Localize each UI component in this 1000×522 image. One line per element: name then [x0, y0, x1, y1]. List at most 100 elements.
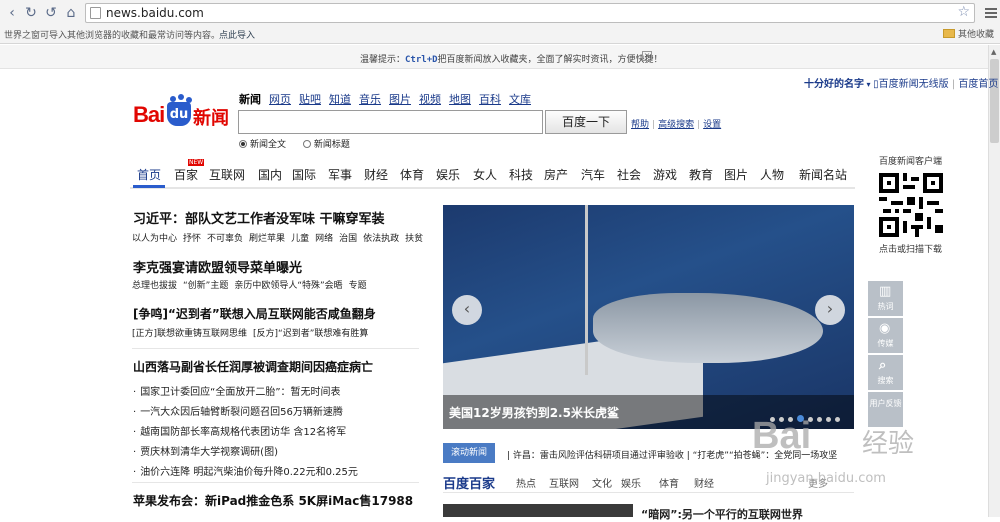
prev-arrow-icon[interactable]: ‹ — [452, 295, 482, 325]
advanced-search-link[interactable]: 高级搜索 — [658, 120, 694, 130]
headline-sub-link[interactable]: 扶贫 — [405, 234, 423, 244]
menu-icon[interactable] — [982, 6, 1000, 20]
help-link[interactable]: 帮助 — [631, 120, 649, 130]
nav-item[interactable]: 财经 — [364, 166, 388, 183]
side-button-2[interactable]: ⌕ 搜索 — [868, 355, 903, 390]
home-icon[interactable]: ⌂ — [63, 5, 79, 21]
nav-item[interactable]: 图片 — [724, 166, 748, 183]
next-arrow-icon[interactable]: › — [815, 295, 845, 325]
baijia-tab[interactable]: 互联网 — [549, 475, 579, 490]
headline-sub-link[interactable]: 网络 — [315, 234, 333, 244]
user-link[interactable]: 十分好的名字 — [804, 79, 864, 90]
nav-item[interactable]: 女人 — [473, 166, 497, 183]
search-tab[interactable]: 新闻 — [239, 93, 261, 106]
wireless-link[interactable]: 百度新闻无线版 — [879, 79, 949, 90]
nav-item[interactable]: 游戏 — [653, 166, 677, 183]
news-list-item[interactable]: 贾庆林到清华大学视察调研(图) — [133, 443, 278, 458]
headline-sub-link[interactable]: 儿童 — [291, 234, 309, 244]
star-icon[interactable]: ☆ — [957, 4, 970, 20]
import-link[interactable]: 点此导入 — [219, 28, 255, 41]
headline-sub-link[interactable]: 总理也拔拔 — [132, 281, 177, 291]
news-list-item[interactable]: 油价六连降 明起汽柴油价每升降0.22元和0.25元 — [133, 463, 358, 478]
headline-title[interactable]: [争鸣]“迟到者”联想入局互联网能否咸鱼翻身 — [133, 305, 376, 322]
headline-sub-link[interactable]: “创新”主题 — [183, 281, 228, 291]
search-tab[interactable]: 网页 — [269, 93, 291, 106]
baijia-tab[interactable]: 热点 — [516, 475, 536, 490]
nav-item[interactable]: 娱乐 — [436, 166, 460, 183]
headline-sub-link[interactable]: 依法执政 — [363, 234, 399, 244]
headline-sub-link[interactable]: 以人为中心 — [132, 234, 177, 244]
headline-title[interactable]: 李克强宴请欧盟领导菜单曝光 — [133, 257, 302, 276]
headline-sub-link[interactable]: [反方]“迟到者”联想难有胜算 — [253, 329, 368, 339]
nav-item[interactable]: 百家 — [174, 166, 198, 183]
nav-item[interactable]: 人物 — [760, 166, 784, 183]
dropdown-icon[interactable]: ▾ — [864, 80, 873, 89]
baijia-tab[interactable]: 体育 — [659, 475, 679, 490]
search-tab[interactable]: 知道 — [329, 93, 351, 106]
search-tab[interactable]: 音乐 — [359, 93, 381, 106]
back-icon[interactable]: ‹ — [4, 5, 20, 21]
nav-item[interactable]: 体育 — [400, 166, 424, 183]
side-button-0[interactable]: ▥ 热词 — [868, 281, 903, 316]
qr-panel[interactable]: 百度新闻客户端 点击或扫描下载 — [868, 154, 953, 255]
baidu-home-link[interactable]: 百度首页 — [958, 79, 998, 90]
search-tab[interactable]: 贴吧 — [299, 93, 321, 106]
headline-sub-link[interactable]: 专题 — [349, 281, 367, 291]
search-tab[interactable]: 视频 — [419, 93, 441, 106]
news-list-item[interactable]: 一汽大众因后轴臂断裂问题召回56万辆新速腾 — [133, 403, 343, 418]
baijia-tab[interactable]: 娱乐 — [621, 475, 641, 490]
search-tab[interactable]: 文库 — [509, 93, 531, 106]
baijia-thumbnail[interactable] — [443, 504, 633, 517]
undo-icon[interactable]: ↺ — [43, 5, 59, 21]
search-tab[interactable]: 百科 — [479, 93, 501, 106]
baijia-tab[interactable]: 财经 — [694, 475, 714, 490]
other-bookmarks[interactable]: 其他收藏 — [942, 27, 994, 40]
side-button-1[interactable]: ◉ 传媒 — [868, 318, 903, 353]
headline-sub-link[interactable]: 不可辜负 — [207, 234, 243, 244]
baijia-tab[interactable]: 文化 — [592, 475, 612, 490]
headline-sub-link[interactable]: 治国 — [339, 234, 357, 244]
list-title[interactable]: 山西落马副省长任润厚被调查期间因癌症病亡 — [133, 358, 373, 375]
photo-slideshow[interactable]: ‹ › 美国12岁男孩钓到2.5米长虎鲨 — [443, 205, 854, 429]
headline-sub-link[interactable]: [正方]联想欲重铸互联网思维 — [132, 329, 247, 339]
radio-title[interactable]: 新闻标题 — [302, 140, 350, 150]
scrollbar[interactable]: ▲ — [988, 45, 1000, 517]
scroll-thumb[interactable] — [990, 59, 999, 143]
nav-item[interactable]: 新闻名站 — [799, 166, 847, 183]
tip-body: 把百度新闻放入收藏夹，全面了解实时资讯，方便快捷！ — [437, 55, 663, 65]
search-tab[interactable]: 图片 — [389, 93, 411, 106]
search-button[interactable]: 百度一下 — [545, 110, 627, 134]
news-list-item[interactable]: 越南国防部长率高规格代表团访华 含12名将军 — [133, 423, 346, 438]
nav-item[interactable]: 科技 — [509, 166, 533, 183]
scroll-up-icon[interactable]: ▲ — [991, 48, 996, 56]
url-text[interactable]: news.baidu.com — [106, 6, 204, 20]
headline-sub-link[interactable]: 亲历中欧领导人“特殊”会晤 — [234, 281, 342, 291]
refresh-icon[interactable]: ↻ — [23, 5, 39, 21]
baijia-preview-title[interactable]: “暗网”:另一个平行的互联网世界 — [641, 506, 803, 522]
news-list-item[interactable]: 国家卫计委回应“全面放开二胎”：暂无时间表 — [133, 383, 340, 398]
nav-item[interactable]: 房产 — [544, 166, 568, 183]
nav-item[interactable]: 国内 — [258, 166, 282, 183]
nav-item[interactable]: 汽车 — [581, 166, 605, 183]
qr-code[interactable] — [878, 173, 943, 237]
settings-link[interactable]: 设置 — [703, 120, 721, 130]
radio-full[interactable]: 新闻全文 — [239, 140, 286, 150]
nav-item[interactable]: 互联网 — [209, 166, 245, 183]
apple-headline[interactable]: 苹果发布会：新iPad推金色系 5K屏iMac售17988 — [133, 492, 413, 509]
search-input[interactable] — [238, 110, 543, 134]
slide-shark — [593, 293, 823, 363]
headline-sub-link[interactable]: 刷烂苹果 — [249, 234, 285, 244]
baijia-title[interactable]: 百度百家 — [443, 473, 495, 492]
nav-item[interactable]: 军事 — [328, 166, 352, 183]
tip-text: 温馨提示：Ctrl+D把百度新闻放入收藏夹，全面了解实时资讯，方便快捷！ — [360, 52, 663, 65]
nav-item[interactable]: 国际 — [292, 166, 316, 183]
baidu-news-logo[interactable]: Bai du 新闻 — [133, 94, 233, 136]
nav-item[interactable]: 首页 — [137, 166, 161, 183]
nav-item[interactable]: 社会 — [617, 166, 641, 183]
headline-sub-link[interactable]: 抒怀 — [183, 234, 201, 244]
close-icon[interactable]: × — [642, 51, 652, 61]
headline-title[interactable]: 习近平：部队文艺工作者没军味 干嘛穿军装 — [133, 208, 385, 227]
nav-item[interactable]: 教育 — [689, 166, 713, 183]
search-tab[interactable]: 地图 — [449, 93, 471, 106]
address-bar[interactable]: news.baidu.com ☆ — [85, 3, 975, 23]
